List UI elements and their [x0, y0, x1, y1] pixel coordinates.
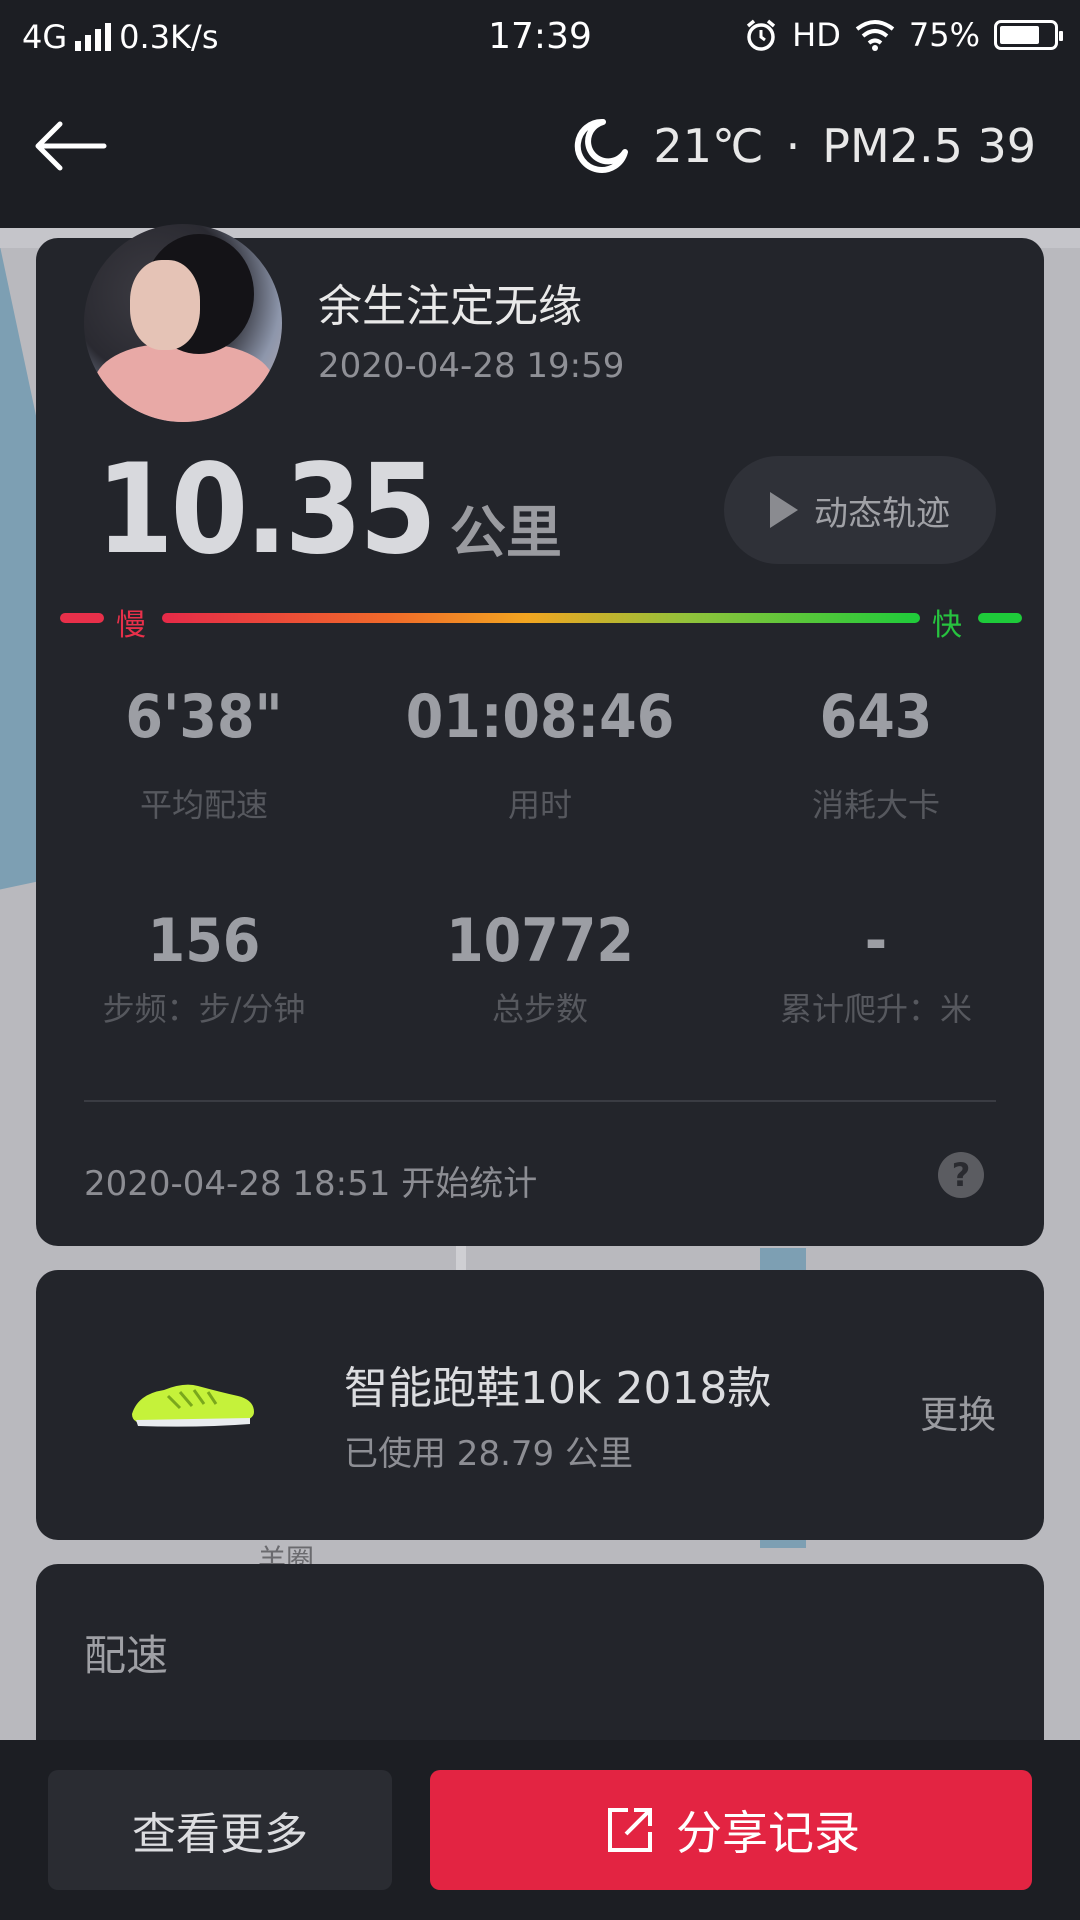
stat-total-steps: 10772 总步数	[372, 906, 708, 1030]
run-summary-card: 余生注定无缘 2020-04-28 19:59 10.35 公里 动态轨迹 慢 …	[36, 224, 1044, 1246]
stat-value: 01:08:46	[405, 682, 675, 752]
stat-avg-pace: 6'38" 平均配速	[36, 682, 372, 826]
stat-label: 总步数	[491, 990, 588, 1028]
stat-value: 643	[819, 682, 933, 752]
temperature: 21℃	[653, 119, 764, 173]
wifi-icon	[855, 20, 895, 51]
stat-label: 消耗大卡	[811, 786, 940, 824]
divider	[84, 1100, 996, 1102]
stat-start-time: 2020-04-28 18:51 开始统计	[84, 1164, 538, 1204]
pace-slow-label: 慢	[116, 608, 146, 643]
help-icon[interactable]: ?	[938, 1152, 984, 1198]
user-name: 余生注定无缘	[318, 281, 582, 332]
stat-value: -	[864, 906, 888, 976]
back-arrow-icon[interactable]	[30, 116, 110, 176]
stat-value: 6'38"	[125, 682, 283, 752]
share-icon	[608, 1808, 652, 1852]
pace-section-title: 配速	[84, 1631, 169, 1680]
stat-duration: 01:08:46 用时	[372, 682, 708, 826]
weather-info: 21℃ · PM2.5 39	[571, 106, 1036, 186]
stat-elevation: - 累计爬升：米	[708, 906, 1044, 1030]
stat-cadence: 156 步频：步/分钟	[36, 906, 372, 1030]
shoe-used-distance: 已使用 28.79 公里	[344, 1434, 633, 1474]
stat-value: 10772	[446, 906, 634, 976]
shoe-card: 智能跑鞋10k 2018款 已使用 28.79 公里 更换	[36, 1270, 1044, 1540]
stat-label: 平均配速	[139, 786, 268, 824]
dynamic-track-button[interactable]: 动态轨迹	[724, 456, 996, 564]
stat-label: 用时	[507, 786, 572, 824]
stat-value: 156	[147, 906, 261, 976]
stat-calories: 643 消耗大卡	[708, 682, 1044, 826]
moon-icon	[575, 118, 629, 173]
air-quality: PM2.5 39	[822, 119, 1036, 173]
alarm-icon	[747, 19, 776, 51]
distance-value: 10.35	[96, 438, 437, 582]
pace-color-legend: 慢 快	[60, 600, 1022, 643]
status-bar: 4G 0.3K/s 17:39 HD 75%	[0, 0, 1080, 76]
bottom-action-bar: 查看更多 分享记录	[0, 1740, 1080, 1920]
view-more-button[interactable]: 查看更多	[48, 1770, 392, 1890]
pace-fast-label: 快	[932, 608, 962, 643]
share-record-button[interactable]: 分享记录	[430, 1770, 1032, 1890]
separator-dot: ·	[785, 119, 801, 173]
battery-percent: 75%	[908, 16, 980, 54]
top-header: 21℃ · PM2.5 39	[0, 76, 1080, 228]
stat-label: 累计爬升：米	[779, 990, 972, 1028]
shoe-name: 智能跑鞋10k 2018款	[344, 1363, 772, 1414]
battery-icon	[994, 20, 1063, 50]
distance-display: 10.35 公里	[96, 438, 562, 582]
dynamic-track-label: 动态轨迹	[814, 493, 950, 534]
share-record-label: 分享记录	[676, 1806, 860, 1860]
change-shoe-button[interactable]: 更换	[920, 1384, 996, 1439]
distance-unit: 公里	[449, 501, 562, 566]
avatar[interactable]	[84, 224, 282, 422]
view-more-label: 查看更多	[132, 1809, 308, 1860]
running-shoe-icon	[132, 1384, 254, 1427]
hd-indicator: HD	[792, 16, 841, 54]
record-datetime: 2020-04-28 19:59	[318, 346, 625, 386]
play-icon	[770, 492, 798, 528]
stat-label: 步频：步/分钟	[102, 990, 306, 1028]
